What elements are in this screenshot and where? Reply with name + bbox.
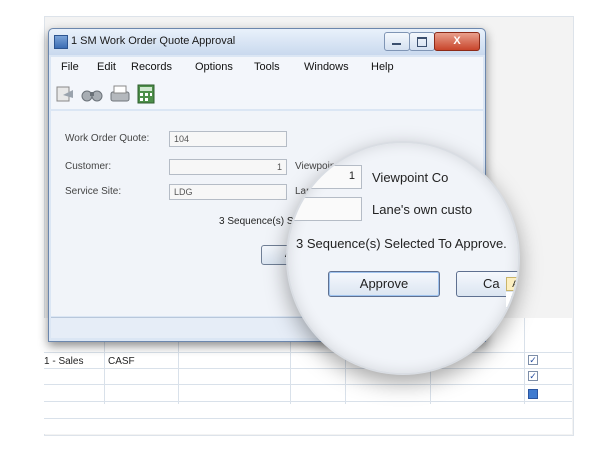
magnified-service-site-name: Lane's own custo	[372, 202, 473, 217]
approve-checkbox[interactable]	[528, 389, 538, 399]
menu-tools[interactable]: Tools	[254, 61, 280, 73]
menu-bar: File Edit Records Options Tools Windows …	[51, 57, 483, 79]
grid-cell-type: 1 - Sales	[44, 356, 84, 367]
magnified-grid: Approve D ✓	[506, 277, 518, 373]
approve-checkbox[interactable]: ✓	[528, 371, 538, 381]
grid-column-divider	[524, 318, 525, 404]
approve-column-header[interactable]: Approve	[506, 277, 518, 291]
menu-options[interactable]: Options	[195, 61, 233, 73]
toolbar	[51, 79, 483, 109]
menu-file[interactable]: File	[61, 61, 79, 73]
binoculars-icon[interactable]	[81, 84, 103, 104]
service-site-field[interactable]: LDG	[169, 184, 287, 200]
magnified-customer-field[interactable]: 1	[288, 165, 362, 189]
selected-sequences-text: 3 Sequence(s) S	[219, 216, 294, 227]
menu-windows[interactable]: Windows	[304, 61, 349, 73]
magnifier-lens: 1 Viewpoint Co Lane's own custo 3 Sequen…	[286, 141, 520, 375]
minimize-button[interactable]	[384, 32, 410, 51]
menu-records[interactable]: Records	[131, 61, 172, 73]
magnified-selected-text: 3 Sequence(s) Selected To Approve.	[296, 236, 507, 251]
maximize-icon	[417, 37, 427, 47]
menu-help[interactable]: Help	[371, 61, 394, 73]
print-icon[interactable]	[109, 84, 130, 104]
maximize-button[interactable]	[409, 32, 435, 51]
table-row[interactable]	[44, 385, 572, 402]
minimize-icon	[392, 43, 401, 45]
open-record-icon[interactable]	[55, 84, 75, 104]
customer-field[interactable]: 1	[169, 159, 287, 175]
table-row[interactable]	[44, 368, 572, 385]
table-row[interactable]	[44, 402, 572, 419]
calculator-icon[interactable]	[137, 84, 157, 104]
window-title: 1 SM Work Order Quote Approval	[71, 35, 236, 47]
work-order-quote-field[interactable]: 104	[169, 131, 287, 147]
approve-checkbox[interactable]: ✓	[528, 355, 538, 365]
magnified-approve-button[interactable]: Approve	[328, 271, 440, 297]
customer-label: Customer:	[65, 161, 112, 172]
service-site-label: Service Site:	[65, 186, 122, 197]
magnified-service-site-field[interactable]	[288, 197, 362, 221]
app-icon	[54, 35, 68, 49]
work-order-quote-label: Work Order Quote:	[65, 133, 150, 144]
magnified-customer-name: Viewpoint Co	[372, 170, 449, 185]
title-bar[interactable]: 1 SM Work Order Quote Approval X	[49, 29, 485, 55]
close-button[interactable]: X	[434, 32, 480, 51]
menu-edit[interactable]: Edit	[97, 61, 116, 73]
grid-cell-code: CASF	[108, 356, 135, 367]
